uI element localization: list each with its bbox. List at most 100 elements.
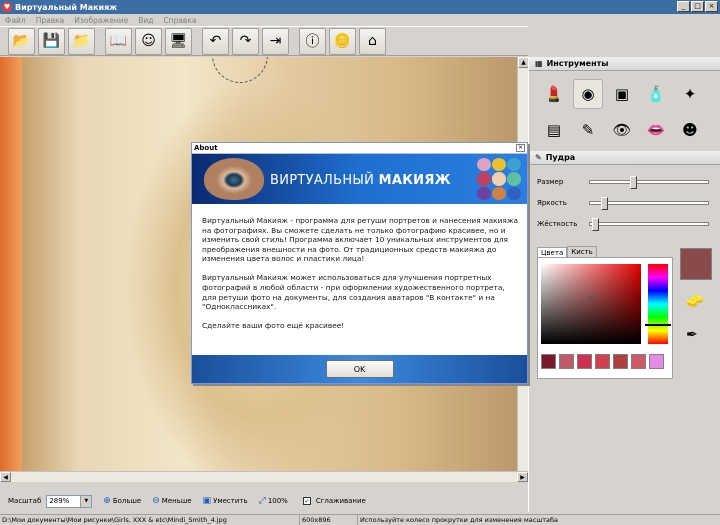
status-hint: Используйте колесо прокрутки для изменен… — [360, 516, 559, 524]
eraser-icon[interactable]: 🧽 — [686, 293, 703, 309]
color-swatch[interactable] — [541, 354, 556, 369]
save-icon[interactable]: 💾 — [38, 27, 65, 55]
open-folder-icon[interactable]: 📂 — [8, 27, 35, 55]
zoom-in-button[interactable]: ⊕ Больше — [103, 496, 141, 506]
dialog-title: About — [192, 143, 527, 154]
menu-view[interactable]: Вид — [133, 16, 158, 25]
color-swatch[interactable] — [649, 354, 664, 369]
makeup-palette-illustration — [477, 158, 523, 200]
slider-knob[interactable] — [601, 196, 608, 210]
monitor-icon[interactable]: 🖥 — [165, 27, 192, 55]
about-paragraph-1: Виртуальный Макияж - программа для ретуш… — [202, 216, 519, 264]
slider-track[interactable] — [589, 175, 709, 189]
eye-tool-icon[interactable]: 👁 — [607, 115, 637, 145]
slider-knob[interactable] — [592, 217, 599, 231]
lips-tool-icon[interactable]: 👄 — [641, 115, 671, 145]
slider-track[interactable] — [589, 196, 709, 210]
coins-icon[interactable]: 🪙 — [329, 27, 356, 55]
eyedropper-icon[interactable]: ✒ — [686, 327, 698, 343]
tool-sliders: Размер Яркость Жёсткость — [529, 165, 720, 234]
color-swatch[interactable] — [613, 354, 628, 369]
smoothing-checkbox[interactable]: ✓ — [302, 497, 311, 505]
zoom-value: 289% — [49, 497, 70, 505]
dialog-close-button[interactable]: × — [516, 144, 525, 152]
color-swatch[interactable] — [577, 354, 592, 369]
horizontal-scrollbar[interactable]: ◀ ▶ — [0, 471, 528, 482]
smiley-icon[interactable]: ☺ — [135, 27, 162, 55]
menu-help[interactable]: Справка — [158, 16, 201, 25]
actual-size-button[interactable]: ⤢ 100% — [259, 496, 288, 506]
right-panel: ▦ Инструменты 💄 ◉ ▣ 🧴 ✦ ▤ ✎ 👁 👄 ☻ ✎ Пудра Размер Я… — [528, 57, 720, 512]
zoom-in-label: Больше — [112, 497, 142, 505]
blush-tool-icon[interactable]: ▣ — [607, 79, 637, 109]
book-icon[interactable]: 📖 — [105, 27, 132, 55]
zoom-select[interactable]: 289% ▼ — [46, 494, 93, 508]
powder-tool-icon[interactable]: ◉ — [573, 79, 603, 109]
saturation-value-field[interactable] — [541, 264, 641, 344]
status-path: D:\Мои документы\Мои рисунки\Girls, XXX … — [0, 515, 300, 525]
scroll-right-arrow-icon[interactable]: ▶ — [517, 472, 528, 482]
status-size: 600x896 — [300, 515, 358, 525]
about-dialog: About × ВИРТУАЛЬНЫЙ МАКИЯЖ Виртуальный М… — [191, 142, 528, 384]
app-window: ♥ Виртуальный Макияж _ □ × Файл Правка И… — [0, 0, 720, 525]
status-bar: D:\Мои документы\Мои рисунки\Girls, XXX … — [0, 514, 720, 525]
hair-tool-icon[interactable]: ✦ — [675, 79, 705, 109]
menu-edit[interactable]: Правка — [31, 16, 70, 25]
actual-size-icon: ⤢ — [258, 496, 266, 506]
zoom-out-button[interactable]: ⊖ Меньше — [152, 496, 191, 506]
app-heart-icon: ♥ — [2, 2, 12, 12]
zoom-in-icon: ⊕ — [103, 496, 111, 506]
color-picker — [537, 257, 673, 379]
slider-label: Жёсткость — [537, 219, 578, 228]
scroll-left-arrow-icon[interactable]: ◀ — [0, 472, 11, 482]
hue-marker — [645, 324, 671, 326]
foundation-tool-icon[interactable]: 🧴 — [641, 79, 671, 109]
photo-background-region — [0, 57, 22, 471]
lipstick-tool-icon[interactable]: 💄 — [539, 79, 569, 109]
current-color-swatch — [680, 248, 712, 280]
export-icon[interactable]: ⇥ — [262, 27, 289, 55]
about-paragraph-2: Виртуальный Макияж может использоваться … — [202, 273, 505, 312]
color-swatch[interactable] — [631, 354, 646, 369]
slider-row: Яркость — [537, 192, 720, 213]
zoom-out-label: Меньше — [161, 497, 192, 505]
menu-file[interactable]: Файл — [0, 16, 31, 25]
fit-icon: ▣ — [202, 496, 212, 506]
title-bar: ♥ Виртуальный Макияж _ □ × — [0, 0, 720, 14]
about-paragraph-3: Сделайте ваши фото ещё красивее! — [202, 321, 345, 331]
brand-light-text: ВИРТУАЛЬНЫЙ — [270, 173, 379, 188]
zoom-label: Масштаб — [8, 497, 42, 505]
tab-brush[interactable]: Кисть — [567, 246, 597, 257]
fit-label: Уместить — [213, 497, 248, 505]
pencil-tool-icon[interactable]: ✎ — [573, 115, 603, 145]
menu-image[interactable]: Изображение — [69, 16, 133, 25]
brush-header-icon: ✎ — [535, 153, 542, 162]
minimize-button[interactable]: _ — [677, 1, 690, 12]
fit-button[interactable]: ▣ Уместить — [203, 496, 248, 506]
slider-label: Размер — [537, 177, 564, 186]
brand-bold-text: МАКИЯЖ — [378, 173, 451, 188]
slider-label: Яркость — [537, 198, 567, 207]
section-title: Пудра — [545, 153, 576, 162]
close-button[interactable]: × — [705, 1, 718, 12]
brush-cursor — [212, 57, 268, 83]
redo-icon[interactable]: ↷ — [232, 27, 259, 55]
undo-icon[interactable]: ↶ — [202, 27, 229, 55]
color-swatch[interactable] — [595, 354, 610, 369]
open-file-icon[interactable]: 📁 — [68, 27, 95, 55]
slider-knob[interactable] — [630, 175, 637, 189]
home-icon[interactable]: ⌂ — [359, 27, 386, 55]
ok-button[interactable]: OK — [325, 360, 394, 378]
tools-header-icon: ▦ — [535, 59, 543, 68]
smoothing-label: Сглаживание — [315, 497, 366, 505]
info-icon[interactable]: ⓘ — [299, 27, 326, 55]
section-header: ✎ Пудра — [529, 151, 720, 165]
color-swatches — [541, 354, 664, 369]
maximize-button[interactable]: □ — [691, 1, 704, 12]
hue-slider[interactable] — [645, 264, 671, 344]
eyeshadow-tool-icon[interactable]: ▤ — [539, 115, 569, 145]
color-swatch[interactable] — [559, 354, 574, 369]
face-tool-icon[interactable]: ☻ — [675, 115, 705, 145]
slider-track[interactable] — [589, 217, 709, 231]
slider-row: Жёсткость — [537, 213, 720, 234]
